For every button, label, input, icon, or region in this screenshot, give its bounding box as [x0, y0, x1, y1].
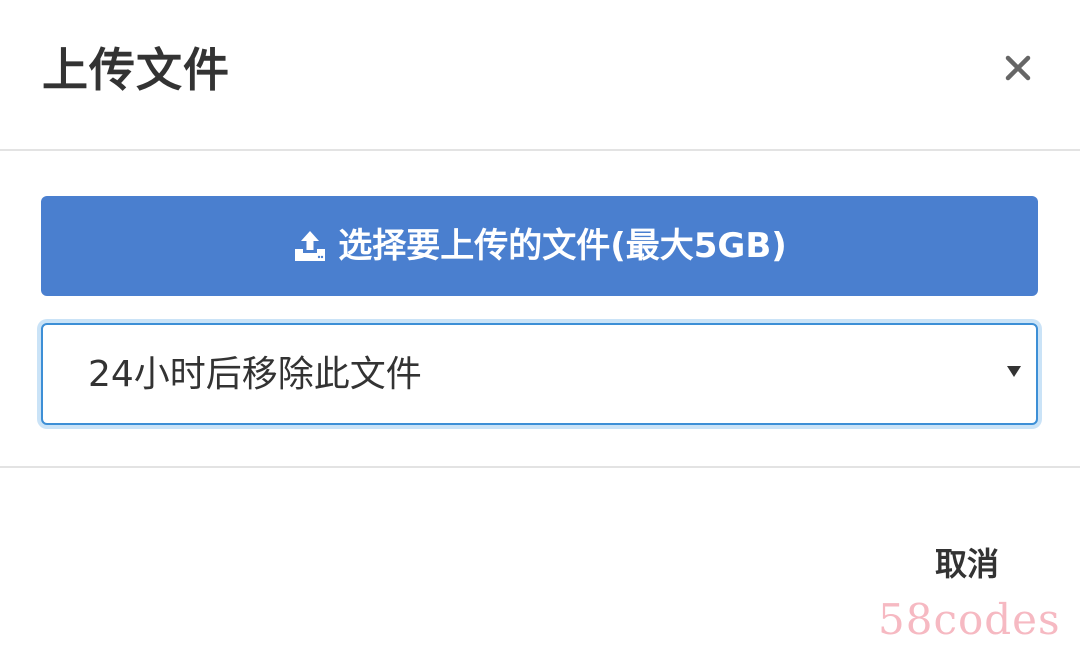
choose-file-button[interactable]: 选择要上传的文件(最大5GB) — [41, 196, 1038, 296]
upload-icon — [292, 228, 328, 264]
choose-file-label: 选择要上传的文件(最大5GB) — [338, 226, 787, 266]
dialog-body: 选择要上传的文件(最大5GB) 24小时后移除此文件 — [0, 151, 1080, 468]
file-expiry-select[interactable]: 24小时后移除此文件 — [41, 323, 1038, 425]
dialog-title: 上传文件 — [42, 43, 230, 97]
upload-file-dialog: 上传文件 选择要上传的文件(最大5GB) 24小时后移除此文件 取消 58cod… — [0, 0, 1080, 650]
watermark: 58codes — [878, 595, 1061, 644]
close-icon — [1005, 55, 1031, 81]
caret-down-icon — [1007, 366, 1021, 377]
cancel-button[interactable]: 取消 — [912, 534, 1022, 590]
file-expiry-selected-value: 24小时后移除此文件 — [88, 354, 422, 395]
dialog-header: 上传文件 — [0, 0, 1080, 151]
close-button[interactable] — [990, 40, 1046, 96]
